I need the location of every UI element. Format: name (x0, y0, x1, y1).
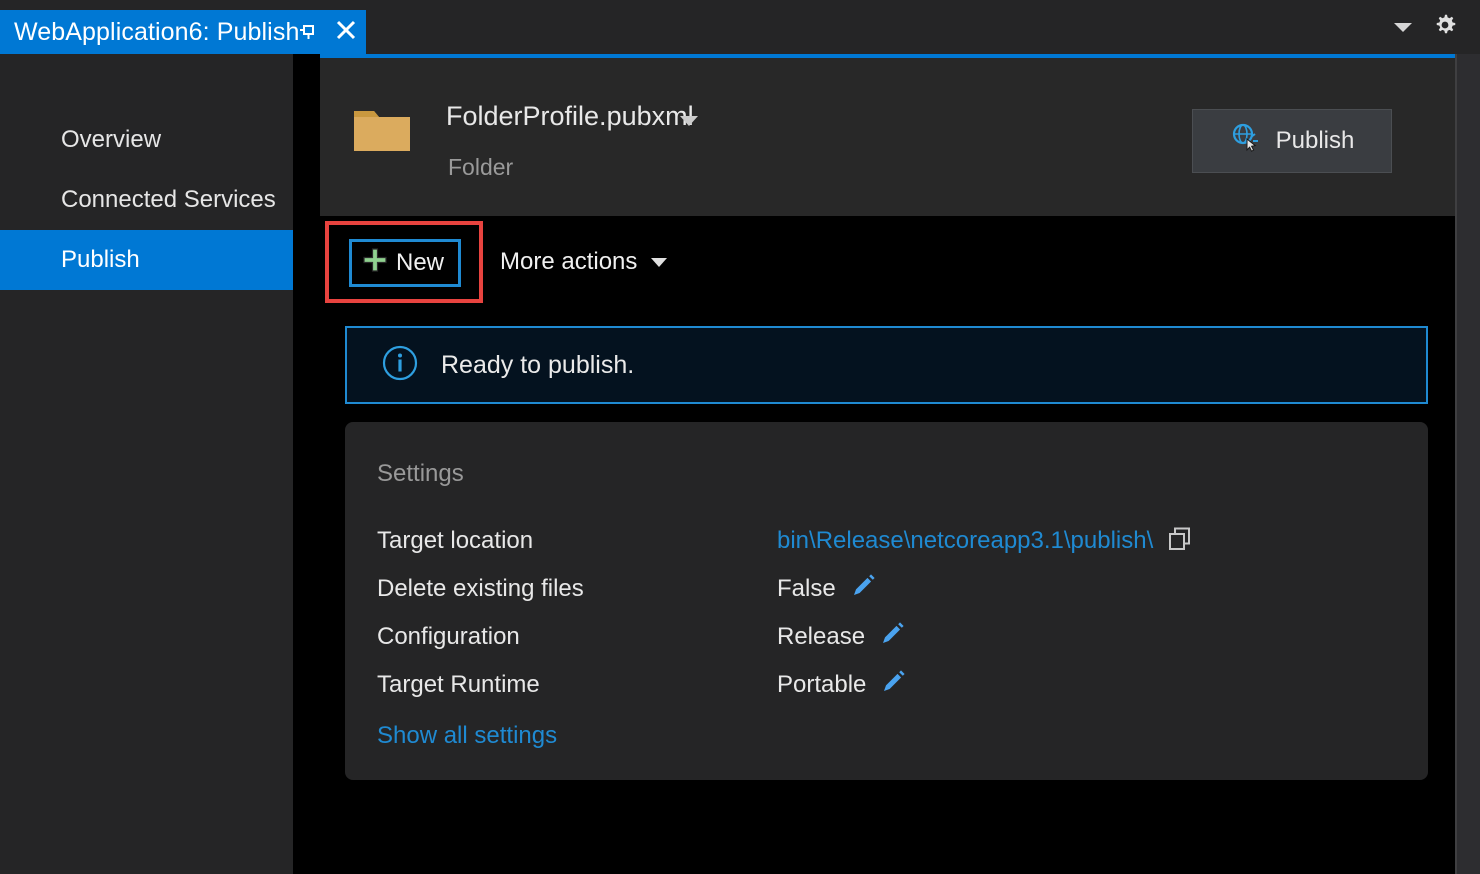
sidebar-item-connected-services[interactable]: Connected Services (0, 170, 293, 230)
profile-name: FolderProfile.pubxml (446, 101, 694, 132)
chevron-down-icon[interactable] (680, 116, 698, 126)
publish-button[interactable]: Publish (1192, 109, 1392, 173)
profile-header: FolderProfile.pubxml Folder Publish (320, 58, 1455, 216)
info-icon (381, 344, 419, 387)
settings-row-target-location: Target location bin\Release\netcoreapp3.… (377, 517, 1397, 565)
toolbar: New More actions (320, 216, 1455, 316)
new-button-label: New (396, 249, 444, 277)
sidebar-item-label: Connected Services (61, 186, 276, 214)
settings-row-label: Delete existing files (377, 575, 777, 603)
settings-row-value: Release (777, 623, 865, 651)
sidebar-content-gap (293, 54, 320, 874)
sidebar-item-overview[interactable]: Overview (0, 110, 293, 170)
pencil-icon[interactable] (879, 622, 907, 653)
settings-row-value: False (777, 575, 836, 603)
globe-publish-icon (1230, 123, 1262, 160)
settings-row-label: Target location (377, 527, 777, 555)
gear-icon[interactable] (1432, 12, 1458, 43)
sidebar-item-label: Overview (61, 126, 161, 154)
pencil-icon[interactable] (880, 670, 908, 701)
sidebar: Overview Connected Services Publish (0, 54, 293, 874)
publish-window: WebApplication6: Publish (0, 0, 1480, 874)
target-location-link[interactable]: bin\Release\netcoreapp3.1\publish\ (777, 527, 1153, 555)
settings-row-label: Configuration (377, 623, 777, 651)
profile-type: Folder (448, 154, 513, 181)
tab-strip: WebApplication6: Publish (0, 0, 1480, 54)
sidebar-item-label: Publish (61, 246, 140, 274)
copy-icon[interactable] (1167, 526, 1193, 557)
settings-card: Settings Target location bin\Release\net… (345, 422, 1428, 780)
pencil-icon[interactable] (850, 574, 878, 605)
new-button[interactable]: New (349, 239, 461, 287)
chevron-down-icon[interactable] (1394, 23, 1412, 32)
settings-row-target-runtime: Target Runtime Portable (377, 661, 1397, 709)
tab-title: WebApplication6: Publish (14, 18, 299, 47)
right-strip (1457, 54, 1480, 874)
sidebar-item-publish[interactable]: Publish (0, 230, 293, 290)
settings-rows: Target location bin\Release\netcoreapp3.… (377, 517, 1397, 709)
settings-title: Settings (377, 460, 464, 488)
more-actions-label: More actions (500, 248, 637, 276)
publish-button-label: Publish (1276, 127, 1355, 155)
more-actions-button[interactable]: More actions (500, 248, 667, 276)
plus-icon (362, 247, 388, 280)
pin-icon[interactable] (299, 20, 319, 45)
settings-row-value: Portable (777, 671, 866, 699)
settings-row-configuration: Configuration Release (377, 613, 1397, 661)
settings-row-label: Target Runtime (377, 671, 777, 699)
window-tools (1394, 12, 1458, 43)
status-message: Ready to publish. (441, 351, 634, 380)
folder-icon (352, 103, 412, 160)
chevron-down-icon (651, 258, 667, 267)
tab-publish[interactable]: WebApplication6: Publish (0, 10, 366, 54)
publish-content: FolderProfile.pubxml Folder Publish (320, 54, 1455, 874)
status-banner: Ready to publish. (345, 326, 1428, 404)
show-all-settings-link[interactable]: Show all settings (377, 722, 557, 750)
close-icon[interactable] (335, 19, 357, 46)
settings-row-delete-existing-files: Delete existing files False (377, 565, 1397, 613)
